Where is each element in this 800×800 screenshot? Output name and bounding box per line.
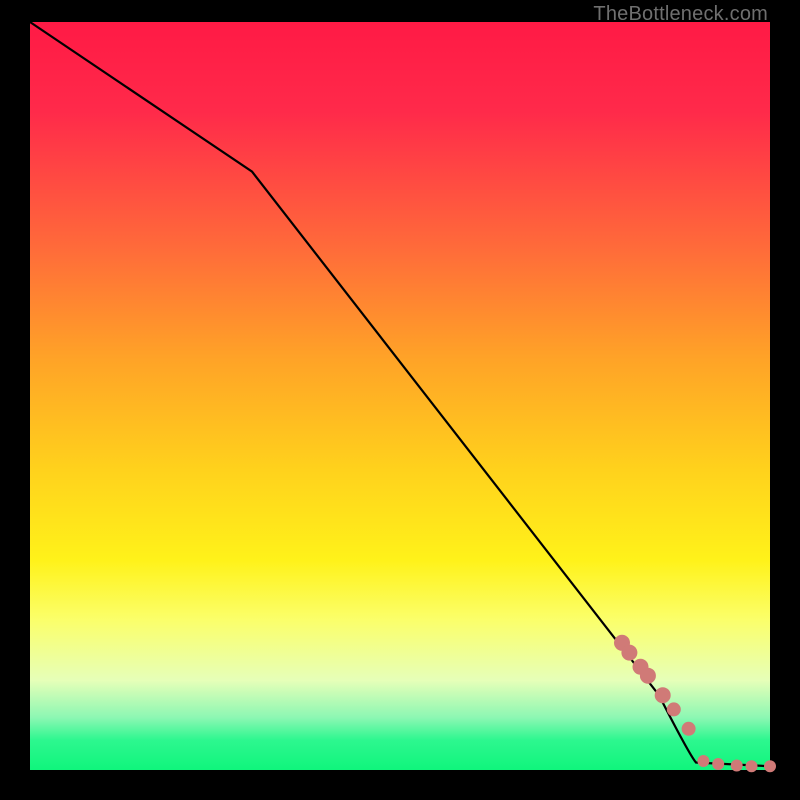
chart-overlay — [30, 22, 770, 770]
data-marker — [746, 760, 758, 772]
data-marker — [682, 722, 696, 736]
curve-line — [30, 22, 770, 766]
data-marker — [621, 645, 637, 661]
data-marker — [712, 758, 724, 770]
data-marker — [640, 668, 656, 684]
data-marker — [697, 755, 709, 767]
stage: TheBottleneck.com — [0, 0, 800, 800]
data-marker — [655, 687, 671, 703]
data-marker — [731, 760, 743, 772]
data-marker — [764, 760, 776, 772]
watermark: TheBottleneck.com — [593, 3, 768, 26]
data-marker — [667, 702, 681, 716]
